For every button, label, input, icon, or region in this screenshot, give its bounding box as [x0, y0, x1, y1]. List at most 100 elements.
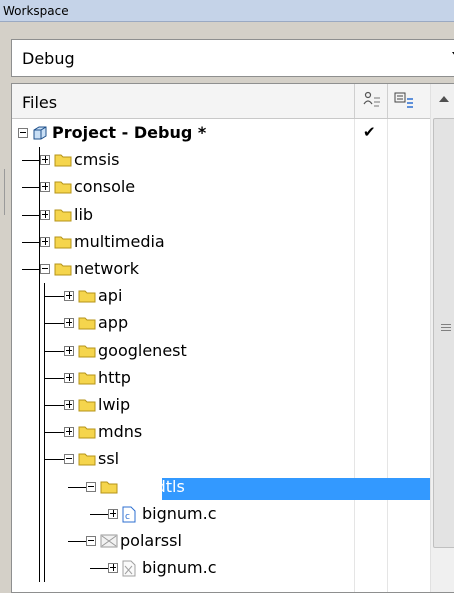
- tree-guide: [44, 555, 45, 583]
- expand-icon[interactable]: [64, 427, 74, 438]
- collapse-icon[interactable]: [86, 536, 96, 546]
- tree-row[interactable]: http: [12, 364, 430, 392]
- tree-connector: [22, 214, 40, 216]
- tree-row[interactable]: polarssl: [12, 528, 430, 556]
- check-icon: ✔: [363, 123, 376, 141]
- workspace-title: Workspace: [3, 4, 69, 18]
- expand-icon[interactable]: [40, 155, 50, 166]
- tree-row[interactable]: c bignum.c: [12, 500, 430, 528]
- options-columns-icon[interactable]: [393, 90, 415, 110]
- tree-guide: [44, 310, 45, 338]
- tree-guide: [39, 473, 40, 501]
- folder-icon: [100, 481, 118, 494]
- tree-guide: [39, 364, 40, 392]
- tree-guide: [44, 364, 45, 392]
- tree-connector: [90, 513, 108, 515]
- tree-item-label: ssl: [98, 449, 120, 469]
- selection-highlight: [162, 477, 430, 500]
- collapse-icon[interactable]: [86, 481, 96, 492]
- scroll-up-arrow-icon[interactable]: [439, 96, 449, 102]
- folder-icon: [54, 263, 72, 276]
- tree-connector: [68, 541, 86, 542]
- collapse-icon[interactable]: [18, 128, 28, 138]
- configuration-dropdown[interactable]: Debug: [11, 39, 454, 77]
- tree-row[interactable]: ssl: [12, 446, 430, 474]
- tree-guide: [44, 528, 45, 556]
- left-splitter[interactable]: [0, 23, 8, 585]
- folder-icon: [78, 290, 96, 303]
- tree-connector: [90, 568, 108, 570]
- tree-row[interactable]: lib: [12, 201, 430, 229]
- tree-guide: [39, 528, 40, 556]
- tree-connector: [44, 459, 64, 461]
- expand-icon[interactable]: [64, 318, 74, 329]
- tree-guide: [39, 500, 40, 528]
- scrollbar-thumb[interactable]: [433, 118, 454, 548]
- folder-icon: [54, 181, 72, 194]
- expand-icon[interactable]: [108, 563, 118, 574]
- tree-row[interactable]: api: [12, 283, 430, 311]
- tree-connector: [44, 350, 64, 352]
- tree-item-label: cmsis: [74, 150, 120, 170]
- tree-item-label: app: [98, 313, 129, 333]
- tree-connector: [44, 323, 64, 325]
- tree-guide: [44, 446, 45, 474]
- expand-icon[interactable]: [64, 345, 74, 356]
- tree-item-label: http: [98, 367, 131, 387]
- expand-icon[interactable]: [108, 508, 118, 519]
- tree-item-label: lib: [74, 204, 94, 224]
- excluded-folder-icon: [100, 534, 118, 548]
- tree-connector: [68, 486, 86, 488]
- tree-row[interactable]: app: [12, 310, 430, 338]
- tree-row[interactable]: mdns: [12, 419, 430, 447]
- tree-row[interactable]: lwip: [12, 392, 430, 420]
- expand-icon[interactable]: [64, 291, 74, 302]
- tree-guide: [39, 392, 40, 420]
- expand-icon[interactable]: [40, 182, 50, 193]
- tree-guide: [44, 419, 45, 447]
- tree-item-label: bignum.c: [142, 503, 217, 523]
- expand-icon[interactable]: [64, 400, 74, 410]
- expand-icon[interactable]: [40, 209, 50, 220]
- folder-icon: [78, 426, 96, 439]
- tree-row[interactable]: cmsis: [12, 147, 430, 175]
- folder-icon: [54, 209, 72, 222]
- files-panel: Files Project - Debug * ✔ cmsis console lib m…: [11, 83, 454, 593]
- project-row[interactable]: Project - Debug * ✔: [12, 120, 430, 147]
- tree-row[interactable]: mbedtls: [12, 473, 430, 501]
- tree-guide: [39, 283, 40, 311]
- tree-row[interactable]: network: [12, 256, 430, 284]
- project-label: Project - Debug *: [52, 123, 207, 142]
- build-status-icon[interactable]: [361, 90, 383, 110]
- tree-guide: [39, 419, 40, 447]
- files-header: Files: [12, 84, 430, 119]
- tree-guide: [44, 283, 45, 311]
- tree-guide: [44, 473, 45, 501]
- expand-icon[interactable]: [40, 236, 50, 247]
- tree-row[interactable]: multimedia: [12, 228, 430, 256]
- project-cube-icon: [33, 126, 47, 140]
- tree-connector: [44, 405, 64, 406]
- tree-connector: [22, 160, 40, 162]
- tree-item-label: polarssl: [120, 531, 182, 550]
- expand-icon[interactable]: [64, 372, 74, 383]
- tree-row[interactable]: googlenest: [12, 337, 430, 365]
- files-column-header[interactable]: Files: [22, 93, 57, 112]
- tree-item-label: mdns: [98, 422, 143, 442]
- folder-icon: [78, 372, 96, 385]
- folder-icon: [54, 154, 72, 167]
- tree-row[interactable]: console: [12, 174, 430, 202]
- tree-guide: [39, 337, 40, 365]
- tree-item-label: mbedtls: [120, 476, 185, 496]
- tree-row[interactable]: bignum.c: [12, 555, 430, 583]
- tree-guide: [39, 446, 40, 474]
- tree-connector: [44, 377, 64, 379]
- vertical-scrollbar[interactable]: [430, 84, 454, 592]
- collapse-icon[interactable]: [64, 454, 74, 465]
- tree-connector: [22, 241, 40, 243]
- tree-item-label: bignum.c: [142, 558, 217, 578]
- tree-connector: [22, 187, 40, 189]
- folder-icon: [78, 399, 96, 412]
- collapse-icon[interactable]: [40, 264, 50, 274]
- folder-icon: [78, 453, 96, 466]
